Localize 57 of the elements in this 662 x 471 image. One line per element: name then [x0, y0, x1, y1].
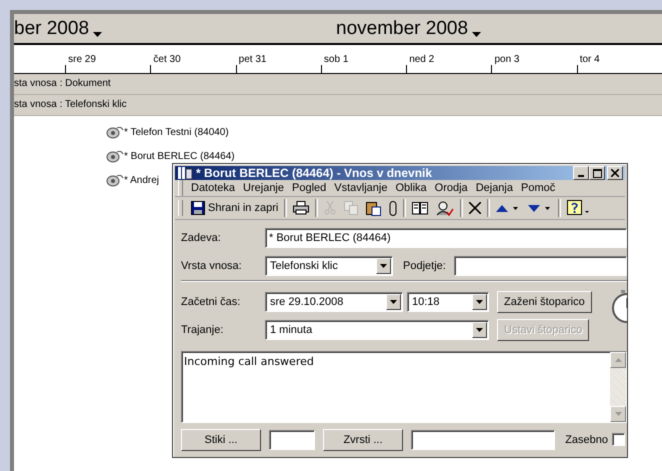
caret-icon [390, 300, 397, 304]
entry-type-dropdown[interactable]: Telefonski klic [265, 256, 393, 276]
caret-icon[interactable] [93, 32, 102, 37]
phone-icon [106, 125, 124, 139]
close-button[interactable] [607, 166, 623, 180]
menu-item[interactable]: Pogled [288, 182, 330, 194]
day-label: ned 2 [409, 54, 434, 65]
start-timer-button[interactable]: Zaženi štoparico [497, 290, 592, 312]
close-icon [611, 169, 619, 177]
subject-label: Zadeva: [181, 232, 222, 244]
caret-icon [380, 264, 387, 268]
categories-field[interactable] [411, 430, 555, 450]
group-header[interactable]: sta vnosa : Dokument [14, 74, 662, 95]
journal-entry[interactable]: * Andrej [124, 174, 160, 186]
window-title: * Borut BERLEC (84464) - Vnos v dnevnik [196, 166, 434, 180]
maximize-button[interactable] [589, 166, 605, 180]
menu-item[interactable]: Pomoč [517, 182, 560, 194]
day-label: čet 30 [153, 54, 181, 65]
menu-item[interactable]: Vstavljanje [330, 182, 392, 194]
company-label: Podjetje: [403, 260, 446, 272]
menu-item[interactable]: Orodja [430, 182, 472, 194]
start-time-label: Začetni čas: [181, 296, 242, 308]
subject-field[interactable]: * Borut BERLEC (84464) [265, 228, 627, 248]
start-time-dropdown[interactable]: 10:18 [407, 292, 489, 312]
menu-item[interactable]: Oblika [391, 182, 431, 194]
menu-item[interactable]: Datoteka [187, 182, 240, 194]
journal-entry[interactable]: * Telefon Testni (84040) [124, 126, 229, 138]
start-date-dropdown[interactable]: sre 29.10.2008 [265, 292, 403, 312]
journal-icon [177, 166, 193, 180]
caret-icon[interactable] [472, 32, 482, 37]
caret-icon [476, 328, 483, 332]
menu-item[interactable]: Dejanja [472, 182, 517, 194]
duration-label: Trajanje: [181, 324, 224, 336]
categories-button[interactable]: Zvrsti ... [323, 428, 403, 450]
private-label: Zasebno [565, 434, 608, 446]
contacts-field[interactable] [269, 430, 315, 450]
day-label: tor 4 [580, 54, 600, 65]
journal-entry[interactable]: * Borut BERLEC (84464) [124, 150, 235, 162]
menu-item[interactable]: Urejanje [239, 182, 288, 194]
phone-icon [106, 149, 124, 163]
save-close-button[interactable]: Shrani in zapri [187, 197, 282, 219]
caret-icon [476, 300, 483, 304]
day-label: pet 31 [238, 54, 266, 65]
maximize-icon [592, 168, 602, 178]
month-title[interactable]: ber 2008 [14, 18, 90, 40]
group-header[interactable]: sta vnosa : Telefonski klic [14, 95, 662, 116]
minimize-button[interactable] [573, 166, 589, 180]
entry-type-label: Vrsta vnosa: [181, 260, 243, 272]
company-field[interactable] [454, 256, 627, 276]
day-label: sre 29 [68, 54, 96, 65]
duration-dropdown[interactable]: 1 minuta [265, 320, 489, 340]
day-label: pon 3 [494, 54, 520, 65]
private-checkbox[interactable] [612, 433, 625, 446]
month-title[interactable]: november 2008 [336, 18, 468, 40]
day-label: sob 1 [324, 54, 348, 65]
contacts-button[interactable]: Stiki ... [181, 428, 261, 450]
phone-icon [106, 173, 124, 187]
